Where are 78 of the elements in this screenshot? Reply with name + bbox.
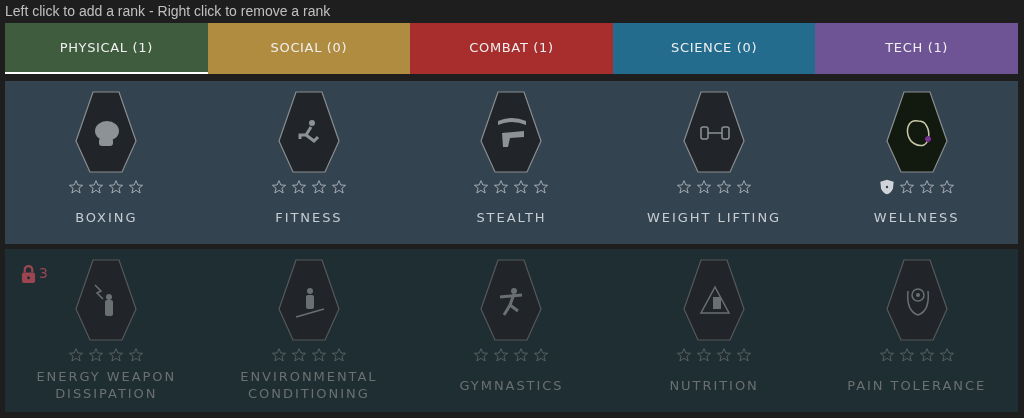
skill-name: WELLNESS: [872, 208, 961, 226]
star-icon: [290, 347, 307, 363]
star-icon: [938, 347, 955, 363]
star-icon: [108, 179, 125, 195]
skill-badge[interactable]: [277, 259, 340, 341]
skill-name: PAIN TOLERANCE: [846, 376, 988, 394]
skill-icon: [700, 126, 730, 140]
skill-badge[interactable]: [75, 259, 138, 341]
star-icon: [696, 347, 713, 363]
star-icon: [696, 179, 713, 195]
star-icon: [878, 347, 895, 363]
star-icon: [938, 179, 955, 195]
star-icon: [493, 179, 510, 195]
skill-name: ENVIRONMENTAL CONDITIONING: [239, 368, 379, 402]
skill-icon: [906, 288, 929, 316]
star-icon: [918, 179, 935, 195]
skill-badge[interactable]: [885, 259, 948, 341]
star-icon: [473, 347, 490, 363]
skill-icon: [295, 288, 325, 318]
star-icon: [513, 347, 530, 363]
category-tab[interactable]: TECH (1): [815, 23, 1018, 74]
skill-badge[interactable]: [885, 91, 948, 173]
star-icon: [736, 179, 753, 195]
skill-icon: [298, 120, 320, 143]
category-tab[interactable]: PHYSICAL (1): [5, 23, 208, 74]
skill-name: ENERGY WEAPON DISSIPATION: [35, 368, 178, 402]
skill-name: GYMNASTICS: [458, 376, 565, 394]
star-icon: [270, 347, 287, 363]
star-icon: [108, 347, 125, 363]
star-icon: [918, 347, 935, 363]
skill-name: NUTRITION: [668, 376, 760, 394]
skill-icon: [95, 121, 120, 146]
skill-icon: [699, 285, 731, 314]
star-icon: [736, 347, 753, 363]
category-tab[interactable]: SCIENCE (0): [612, 23, 816, 74]
star-icon: [270, 179, 287, 195]
star-icon: [310, 179, 327, 195]
category-tab[interactable]: SOCIAL (0): [207, 23, 411, 74]
star-icon: [290, 179, 307, 195]
star-icon: [310, 347, 327, 363]
skill-badge[interactable]: [480, 259, 543, 341]
star-icon: [513, 179, 530, 195]
lock-requirement: 3: [39, 264, 48, 283]
star-icon: [330, 179, 347, 195]
star-icon: [128, 179, 145, 195]
skill-badge[interactable]: [277, 91, 340, 173]
star-icon: [88, 347, 105, 363]
skill-badge[interactable]: [75, 91, 138, 173]
instruction-text: Left click to add a rank - Right click to remove a rank: [5, 2, 332, 21]
star-icon: [68, 179, 85, 195]
skill-icon: [499, 288, 524, 317]
star-icon: [330, 347, 347, 363]
star-icon: [716, 179, 733, 195]
star-icon: [716, 347, 733, 363]
skill-name: WEIGHT LIFTING: [646, 208, 783, 226]
star-icon: [68, 347, 85, 363]
shield-icon: [878, 179, 895, 195]
skill-name: STEALTH: [475, 208, 548, 226]
skill-name: FITNESS: [274, 208, 344, 226]
star-icon: [676, 347, 693, 363]
star-icon: [473, 179, 490, 195]
skill-icon: [906, 119, 933, 147]
star-icon: [676, 179, 693, 195]
star-icon: [898, 347, 915, 363]
skill-icon: [94, 284, 114, 316]
skill-badge[interactable]: [480, 91, 543, 173]
star-icon: [533, 347, 550, 363]
skill-icon: [498, 118, 527, 147]
star-icon: [88, 179, 105, 195]
category-tab[interactable]: COMBAT (1): [410, 23, 613, 74]
lock-icon: [21, 264, 36, 283]
skill-badge[interactable]: [683, 259, 746, 341]
star-icon: [493, 347, 510, 363]
star-icon: [898, 179, 915, 195]
star-icon: [128, 347, 145, 363]
skill-badge[interactable]: [683, 91, 746, 173]
skill-name: BOXING: [74, 208, 139, 226]
star-icon: [533, 179, 550, 195]
